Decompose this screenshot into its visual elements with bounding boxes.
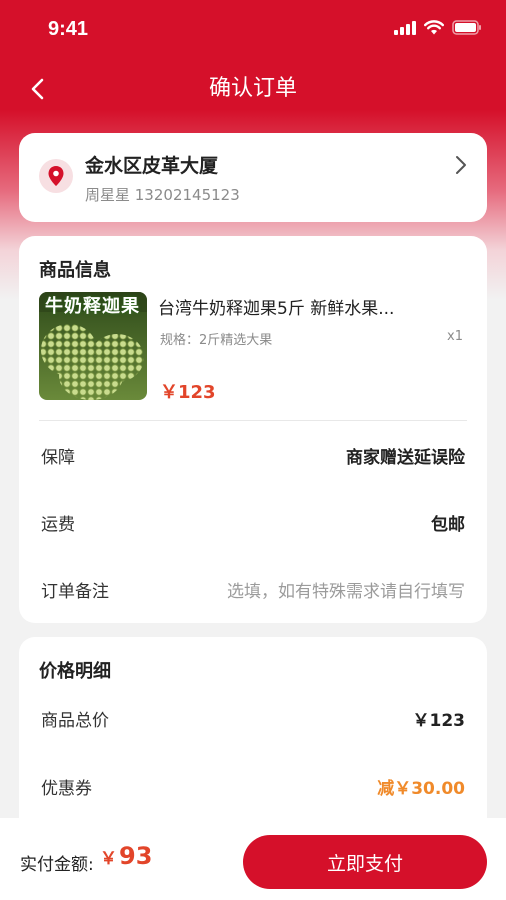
guarantee-row: 保障 商家赠送延误险 xyxy=(41,440,465,470)
shipping-row: 运费 包邮 xyxy=(41,507,465,537)
address-text: 金水区皮革大厦 xyxy=(85,155,219,177)
subtotal-label: 商品总价 xyxy=(41,710,109,731)
order-note-label: 订单备注 xyxy=(41,581,109,602)
product-price: ￥123 xyxy=(160,382,216,403)
total-amount: 93 xyxy=(119,842,153,870)
divider xyxy=(39,420,467,421)
pay-now-button[interactable]: 立即支付 xyxy=(243,835,487,889)
contact-text: 周星星 13202145123 xyxy=(85,186,240,204)
signal-icon xyxy=(394,20,416,35)
page-title: 确认订单 xyxy=(208,76,297,101)
address-card[interactable]: 金水区皮革大厦 周星星 13202145123 xyxy=(19,133,487,222)
price-section-title: 价格明细 xyxy=(39,661,111,682)
order-note-input[interactable]: 选填，如有特殊需求请自行填写 xyxy=(227,577,465,602)
product-image[interactable]: 牛奶释迦果 xyxy=(39,292,147,400)
status-bar: 9:41 xyxy=(0,0,506,60)
goods-section-title: 商品信息 xyxy=(39,260,111,281)
coupon-row[interactable]: 优惠券 减￥30.00 xyxy=(41,771,465,801)
coupon-value[interactable]: 减￥30.00 xyxy=(377,774,465,799)
shipping-value: 包邮 xyxy=(431,514,465,535)
status-time: 9:41 xyxy=(48,18,89,40)
wifi-icon xyxy=(424,20,444,35)
subtotal-value: ￥123 xyxy=(412,710,466,731)
goods-card: 商品信息 牛奶释迦果 台湾牛奶释迦果5斤 新鲜水果... 规格：2斤精选大果 x… xyxy=(19,236,487,623)
subtotal-row: 商品总价 ￥123 xyxy=(41,703,465,733)
status-icons xyxy=(394,20,482,35)
total-value: ￥ 93 xyxy=(100,842,152,870)
battery-icon xyxy=(452,20,482,35)
chevron-right-icon xyxy=(453,155,469,179)
coupon-label: 优惠券 xyxy=(41,778,92,799)
total-label: 实付金额: xyxy=(20,855,94,875)
nav-bar: 确认订单 xyxy=(0,66,506,112)
shipping-label: 运费 xyxy=(41,514,75,535)
order-note-row[interactable]: 订单备注 选填，如有特殊需求请自行填写 xyxy=(41,574,465,604)
product-name[interactable]: 台湾牛奶释迦果5斤 新鲜水果... xyxy=(158,294,468,319)
location-pin-icon xyxy=(39,159,73,193)
guarantee-value: 商家赠送延误险 xyxy=(346,447,465,468)
price-detail-card: 价格明细 商品总价 ￥123 优惠券 减￥30.00 xyxy=(19,637,487,837)
total-currency: ￥ xyxy=(100,849,117,869)
product-quantity: x1 xyxy=(447,329,463,344)
product-image-caption: 牛奶释迦果 xyxy=(45,296,140,317)
product-spec: 规格：2斤精选大果 xyxy=(160,333,273,348)
checkout-bar: 实付金额: ￥ 93 立即支付 xyxy=(0,818,506,900)
guarantee-label: 保障 xyxy=(41,447,75,468)
